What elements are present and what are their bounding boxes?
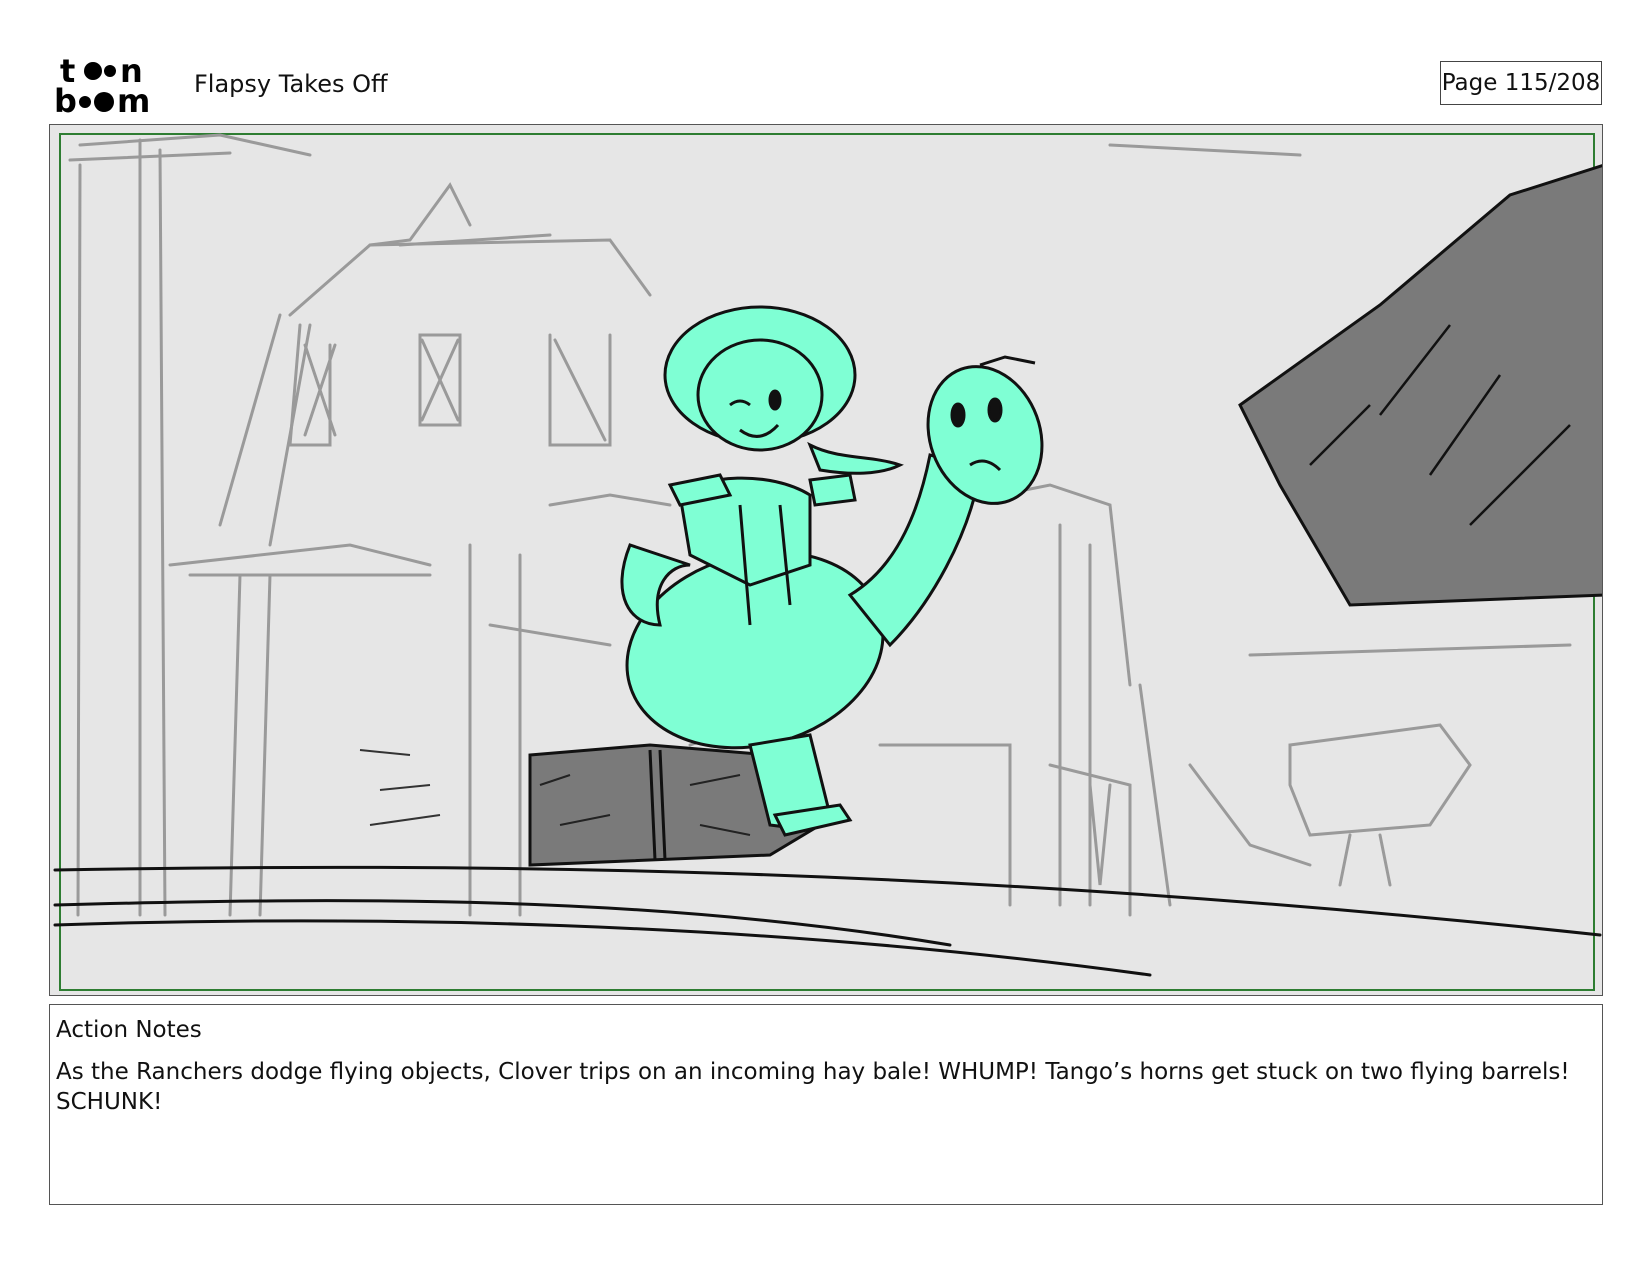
logo-letter-b: b — [54, 82, 77, 116]
toon-boom-logo-icon: t n b m — [54, 52, 150, 116]
page-indicator: Page 115/208 — [1440, 61, 1602, 105]
page-header: t n b m Flapsy Takes Off Page 115/208 — [0, 0, 1650, 125]
action-notes-text: As the Ranchers dodge flying objects, Cl… — [56, 1059, 1570, 1115]
panel-sketch — [53, 133, 1602, 991]
rock-prop — [1238, 164, 1602, 607]
hay-bale-prop — [359, 743, 823, 867]
document-title: Flapsy Takes Off — [194, 70, 388, 98]
ground-lines — [53, 865, 1602, 977]
storyboard-panel — [49, 124, 1603, 996]
logo-letter-m: m — [117, 82, 150, 116]
action-notes-box: Action Notes As the Ranchers dodge flyin… — [49, 1004, 1603, 1205]
clover-head — [696, 338, 824, 452]
action-notes-heading: Action Notes — [56, 1017, 202, 1043]
